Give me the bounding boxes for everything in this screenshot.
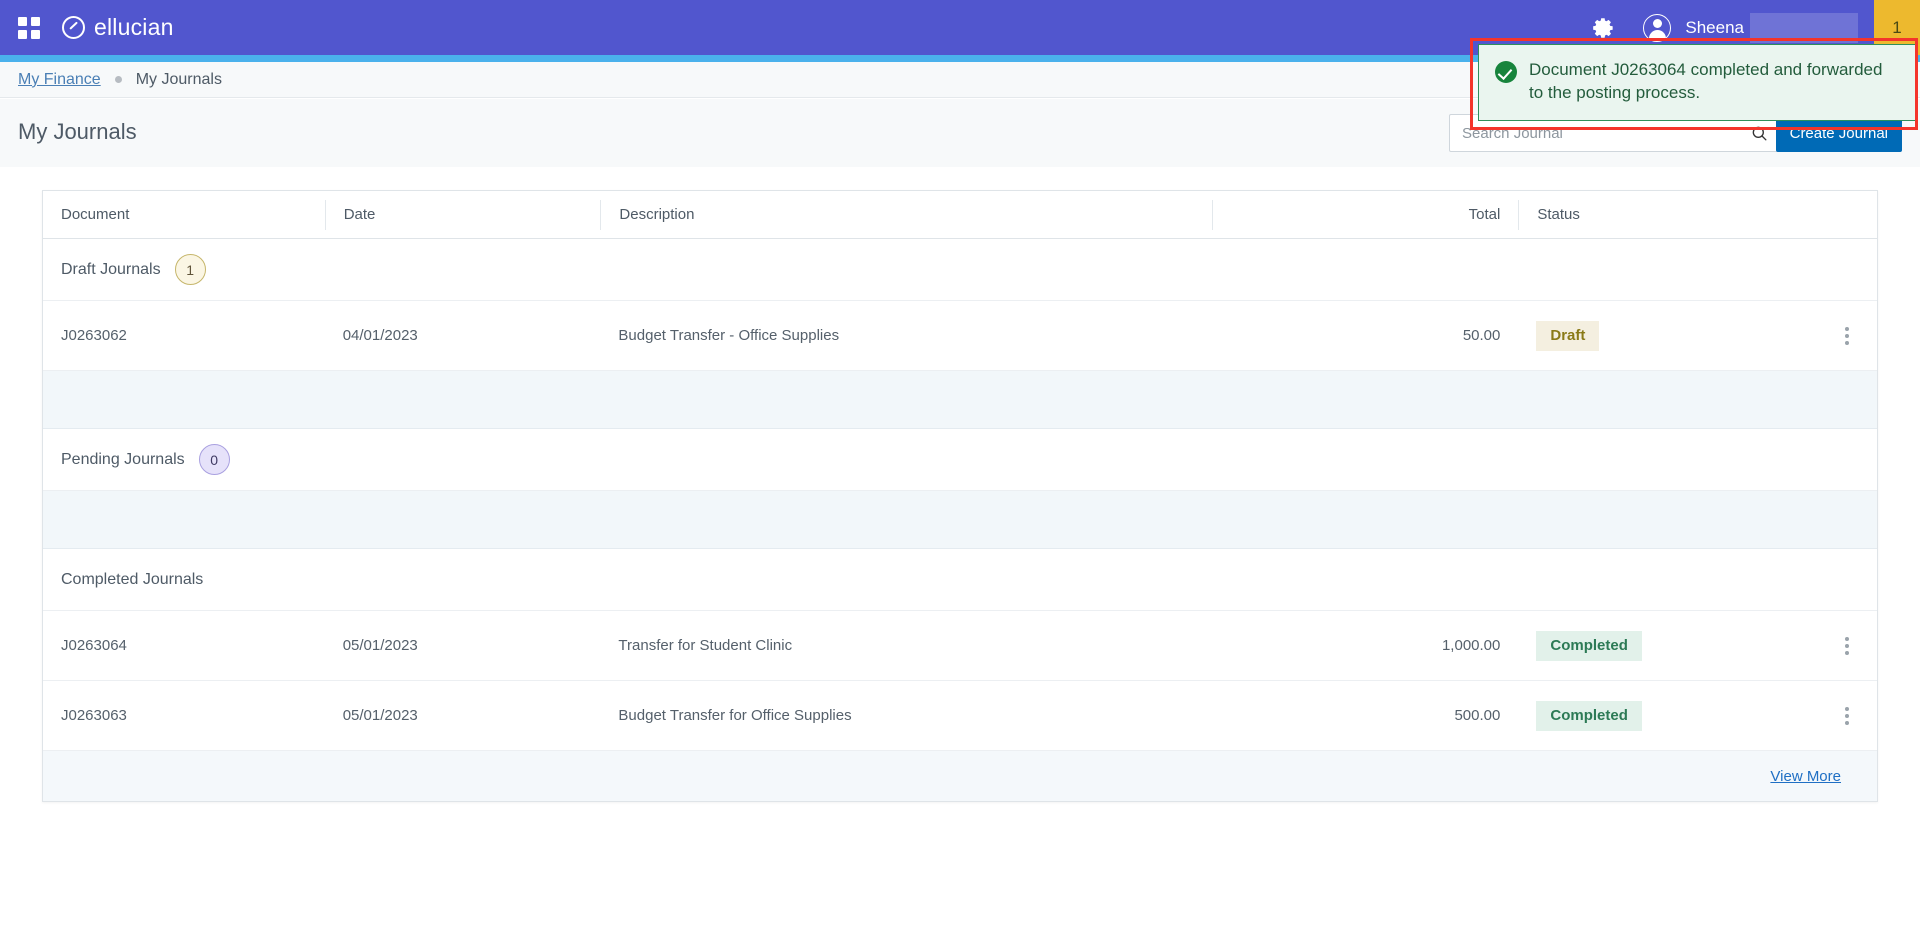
cell-total: 1,000.00 [1441,637,1501,654]
cell-document[interactable]: J0263064 [43,611,325,680]
cell-document[interactable]: J0263062 [43,301,325,370]
column-header-status[interactable]: Status [1518,199,1818,230]
cell-total: 50.00 [1462,327,1501,344]
ellucian-mark-icon [62,16,85,39]
column-header-description[interactable]: Description [600,199,1211,230]
user-name: Sheena [1685,17,1744,37]
app-root: ellucian Sheena 1 My Finance My Journals… [0,0,1920,936]
app-grid-icon[interactable] [18,16,40,39]
success-toast: Document J0263064 completed and forwarde… [1478,44,1916,122]
group-count-badge: 0 [198,444,230,475]
cell-actions [1818,681,1877,750]
breadcrumb-my-journals: My Journals [135,70,222,88]
page-title: My Journals [18,119,137,144]
breadcrumb-my-finance[interactable]: My Finance [18,71,101,89]
cell-actions [1818,611,1877,680]
brand-name: ellucian [94,14,174,40]
journals-table-card: Document Date Description Total Status D… [42,190,1878,802]
table-row[interactable]: J0263063 05/01/2023 Budget Transfer for … [43,681,1877,751]
status-badge: Completed [1536,700,1642,731]
kebab-menu-icon[interactable] [1836,705,1858,727]
cell-status: Completed [1518,611,1818,680]
gear-icon[interactable] [1591,15,1617,41]
group-label: Pending Journals [61,450,185,468]
column-header-total[interactable]: Total [1211,199,1519,230]
brand-logo[interactable]: ellucian [62,14,174,41]
cell-date: 04/01/2023 [342,327,418,344]
group-header-completed-journals[interactable]: Completed Journals [43,549,1877,611]
view-more-link[interactable]: View More [1770,768,1841,785]
table-footer: View More [43,751,1877,801]
status-badge: Completed [1536,630,1642,661]
cell-date: 05/01/2023 [342,707,418,724]
group-header-draft-journals[interactable]: Draft Journals 1 [43,239,1877,301]
status-badge: Draft [1536,320,1600,351]
column-header-date[interactable]: Date [324,199,601,230]
column-header-actions [1818,200,1877,230]
group-label: Completed Journals [61,570,204,588]
breadcrumb-separator-icon [114,76,122,83]
cell-description: Budget Transfer - Office Supplies [618,327,840,344]
toast-message: Document J0263064 completed and forwarde… [1529,60,1883,102]
column-header-document[interactable]: Document [43,200,325,230]
group-count-badge: 1 [174,254,206,285]
cell-status: Draft [1518,301,1818,370]
cell-actions [1818,301,1877,370]
table-header-row: Document Date Description Total Status [43,191,1877,239]
kebab-menu-icon[interactable] [1836,325,1858,347]
kebab-menu-icon[interactable] [1836,635,1858,657]
table-row[interactable]: J0263062 04/01/2023 Budget Transfer - Of… [43,301,1877,371]
cell-total: 500.00 [1454,707,1501,724]
group-header-pending-journals[interactable]: Pending Journals 0 [43,429,1877,491]
group-spacer-pending [43,491,1877,549]
group-label: Draft Journals [61,260,161,278]
group-spacer-draft [43,371,1877,429]
cell-description: Budget Transfer for Office Supplies [618,707,852,724]
cell-document[interactable]: J0263063 [43,681,325,750]
cell-date: 05/01/2023 [342,637,418,654]
success-check-icon [1495,61,1517,83]
redacted-user-detail [1750,12,1858,43]
cell-description: Transfer for Student Clinic [618,637,793,654]
cell-status: Completed [1518,681,1818,750]
user-avatar-icon[interactable] [1643,13,1672,42]
table-row[interactable]: J0263064 05/01/2023 Transfer for Student… [43,611,1877,681]
